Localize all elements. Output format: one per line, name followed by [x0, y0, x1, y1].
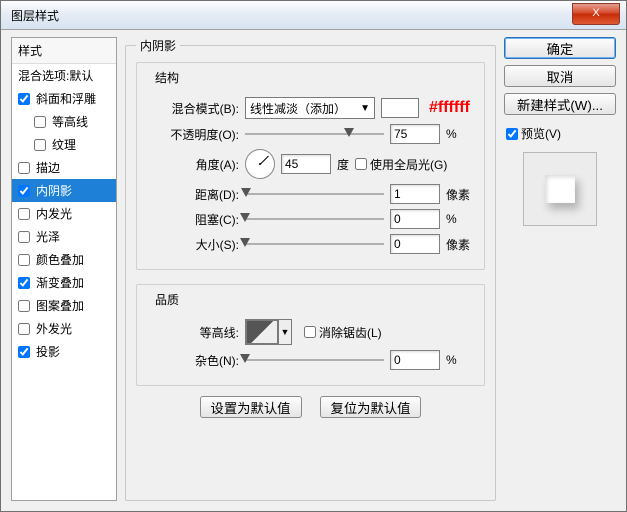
style-item-color-overlay[interactable]: 颜色叠加: [12, 248, 116, 271]
preview-checkbox[interactable]: 预览(V): [506, 125, 616, 142]
style-check-bevel[interactable]: [18, 93, 30, 105]
noise-input[interactable]: 0: [390, 350, 440, 370]
ok-button[interactable]: 确定: [504, 37, 616, 59]
close-button[interactable]: X: [572, 3, 620, 25]
quality-title: 品质: [151, 291, 183, 308]
style-check-outer-glow[interactable]: [18, 323, 30, 335]
close-icon: X: [592, 7, 599, 19]
chevron-down-icon: ▼: [360, 103, 370, 114]
structure-title: 结构: [151, 69, 183, 86]
style-item-stroke[interactable]: 描边: [12, 156, 116, 179]
cancel-button[interactable]: 取消: [504, 65, 616, 87]
distance-slider[interactable]: [245, 187, 384, 201]
dialog-body: 样式 混合选项:默认 斜面和浮雕 等高线 纹理 描边 内阴影: [1, 29, 626, 511]
right-sidebar: 确定 取消 新建样式(W)... 预览(V): [504, 37, 616, 501]
titlebar[interactable]: 图层样式 X: [1, 1, 626, 30]
global-light-checkbox[interactable]: 使用全局光(G): [355, 156, 447, 173]
style-check-texture[interactable]: [34, 139, 46, 151]
antialias-checkbox[interactable]: 消除锯齿(L): [304, 324, 382, 341]
noise-slider[interactable]: [245, 353, 384, 367]
choke-input[interactable]: 0: [390, 209, 440, 229]
inner-shadow-fieldset: 内阴影 结构 混合模式(B): 线性减淡（添加） ▼ #ffffff: [125, 37, 496, 501]
reset-default-button[interactable]: 复位为默认值: [320, 396, 422, 418]
blend-mode-label: 混合模式(B):: [147, 100, 239, 117]
new-style-button[interactable]: 新建样式(W)...: [504, 93, 616, 115]
size-slider[interactable]: [245, 237, 384, 251]
style-list-header: 样式: [12, 38, 116, 64]
panel-title: 内阴影: [136, 37, 180, 54]
style-check-inner-shadow[interactable]: [18, 185, 30, 197]
opacity-input[interactable]: 75: [390, 124, 440, 144]
title-text: 图层样式: [11, 7, 59, 24]
style-item-contour[interactable]: 等高线: [12, 110, 116, 133]
blending-options-item[interactable]: 混合选项:默认: [12, 64, 116, 87]
opacity-slider[interactable]: [245, 127, 384, 141]
size-input[interactable]: 0: [390, 234, 440, 254]
contour-picker[interactable]: ▼: [245, 319, 292, 345]
style-item-drop-shadow[interactable]: 投影: [12, 340, 116, 363]
color-swatch[interactable]: [381, 98, 419, 118]
choke-label: 阻塞(C):: [147, 211, 239, 228]
center-panel: 内阴影 结构 混合模式(B): 线性减淡（添加） ▼ #ffffff: [125, 37, 496, 501]
blend-mode-dropdown[interactable]: 线性减淡（添加） ▼: [245, 97, 375, 119]
contour-label: 等高线:: [147, 324, 239, 341]
style-item-inner-glow[interactable]: 内发光: [12, 202, 116, 225]
angle-dial[interactable]: [245, 149, 275, 179]
preview-thumbnail: [523, 152, 597, 226]
choke-slider[interactable]: [245, 212, 384, 226]
style-check-gradient-overlay[interactable]: [18, 277, 30, 289]
style-item-bevel[interactable]: 斜面和浮雕: [12, 87, 116, 110]
angle-input[interactable]: 45: [281, 154, 331, 174]
style-list: 样式 混合选项:默认 斜面和浮雕 等高线 纹理 描边 内阴影: [11, 37, 117, 501]
style-check-inner-glow[interactable]: [18, 208, 30, 220]
make-default-button[interactable]: 设置为默认值: [200, 396, 302, 418]
style-item-gradient-overlay[interactable]: 渐变叠加: [12, 271, 116, 294]
style-check-stroke[interactable]: [18, 162, 30, 174]
style-item-outer-glow[interactable]: 外发光: [12, 317, 116, 340]
noise-label: 杂色(N):: [147, 352, 239, 369]
color-hex-annotation: #ffffff: [429, 99, 470, 117]
style-check-contour[interactable]: [34, 116, 46, 128]
distance-input[interactable]: 1: [390, 184, 440, 204]
style-check-pattern-overlay[interactable]: [18, 300, 30, 312]
style-check-drop-shadow[interactable]: [18, 346, 30, 358]
contour-thumbnail: [246, 320, 278, 344]
angle-label: 角度(A):: [147, 156, 239, 173]
style-item-satin[interactable]: 光泽: [12, 225, 116, 248]
size-label: 大小(S):: [147, 236, 239, 253]
style-check-color-overlay[interactable]: [18, 254, 30, 266]
structure-group: 结构 混合模式(B): 线性减淡（添加） ▼ #ffffff 不透明度(O):: [136, 62, 485, 270]
chevron-down-icon: ▼: [278, 320, 291, 344]
style-check-satin[interactable]: [18, 231, 30, 243]
style-item-inner-shadow[interactable]: 内阴影: [12, 179, 116, 202]
distance-label: 距离(D):: [147, 186, 239, 203]
style-item-pattern-overlay[interactable]: 图案叠加: [12, 294, 116, 317]
style-item-texture[interactable]: 纹理: [12, 133, 116, 156]
dialog-window: 图层样式 X 样式 混合选项:默认 斜面和浮雕 等高线 纹理 描边: [0, 0, 627, 512]
opacity-label: 不透明度(O):: [147, 126, 239, 143]
quality-group: 品质 等高线: ▼ 消除锯齿(L) 杂色(N):: [136, 284, 485, 386]
